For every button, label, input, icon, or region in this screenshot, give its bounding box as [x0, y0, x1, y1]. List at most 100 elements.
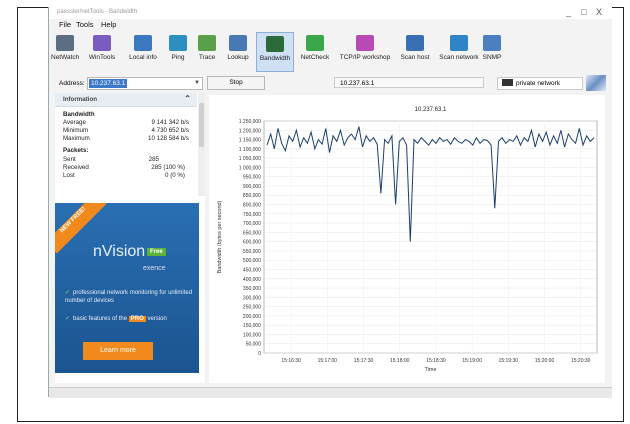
ad-feature-text: basic features of the [73, 316, 128, 322]
network-icon [502, 79, 513, 86]
toolbar-button-bandwidth[interactable]: Bandwidth [256, 32, 294, 72]
close-button[interactable]: X [596, 7, 602, 17]
menu-tools[interactable]: Tools [76, 20, 94, 29]
x-tick-label: 15:20:00 [535, 358, 555, 364]
stat-label: Lost [63, 172, 75, 179]
maximize-button[interactable]: □ [581, 7, 586, 17]
toolbar-button-wintools[interactable]: WinTools [83, 32, 121, 72]
stat-value: 10 128 584 b/s [148, 135, 189, 142]
y-tick-label: 1 250,000 [239, 119, 261, 125]
toolbar-button-ping[interactable]: Ping [167, 32, 189, 72]
plot-area [263, 120, 598, 354]
toolbar-button-scan-network[interactable]: Scan network [437, 32, 481, 72]
toolbar-label: Ping [171, 54, 185, 61]
y-tick-label: 150,000 [243, 323, 261, 329]
menu-help[interactable]: Help [101, 20, 116, 29]
netwatch-icon [56, 35, 74, 51]
y-tick-label: 500,000 [243, 258, 261, 264]
stat-row: Sent 285 [63, 156, 193, 163]
x-tick-label: 15:17:00 [318, 358, 338, 364]
toolbar-button-netwatch[interactable]: NetWatch [51, 32, 79, 72]
scan-host-icon [406, 35, 424, 51]
x-axis-label: Time [424, 367, 436, 373]
info-scrollbar[interactable] [198, 93, 205, 196]
y-tick-label: 1 000,000 [239, 165, 261, 171]
chart-title: 10.237.63.1 [415, 107, 447, 113]
information-title: Information [63, 96, 98, 103]
stat-value: 285 (100 %) [151, 164, 185, 171]
check-icon: ✓ [65, 316, 71, 322]
local-info-icon [134, 35, 152, 51]
toolbar-label: Lookup [227, 54, 249, 61]
stat-value: 4 730 652 b/s [151, 127, 190, 134]
y-tick-label: 1 100,000 [239, 147, 261, 153]
snmp-icon [483, 35, 501, 51]
y-tick-label: 300,000 [243, 295, 261, 301]
nvision-ad[interactable]: NEW FREE! nVision Free exence ✓ professio… [55, 203, 199, 373]
menu-bar: File Tools Help [49, 19, 612, 30]
title-bar: paessler/netTools - Bandwidth _ □ X [49, 7, 612, 19]
toolbar-button-snmp[interactable]: SNMP [479, 32, 505, 72]
y-tick-label: 200,000 [243, 314, 261, 320]
left-panel: Information ⌃ Bandwidth Average 9 141 342… [55, 93, 205, 383]
x-tick-label: 15:20:30 [571, 358, 591, 364]
stop-button[interactable]: Stop [207, 76, 265, 90]
y-tick-label: 1 050,000 [239, 156, 261, 162]
information-header[interactable]: Information ⌃ [55, 93, 197, 107]
y-tick-label: 1 150,000 [239, 138, 261, 144]
y-tick-label: 350,000 [243, 286, 261, 292]
bandwidth-icon [266, 36, 284, 52]
minimize-button[interactable]: _ [566, 7, 571, 17]
stat-row: Lost 0 (0 %) [63, 172, 193, 179]
toolbar-button-local-info[interactable]: Local info [124, 32, 162, 72]
free-badge: Free [147, 248, 166, 256]
y-tick-label: 0 [258, 351, 261, 357]
network-indicator: private network [497, 77, 583, 90]
menu-file[interactable]: File [59, 20, 71, 29]
stat-label: Received [63, 164, 89, 171]
ad-company: exence [143, 265, 166, 272]
toolbar-label: Scan network [439, 54, 479, 61]
y-tick-label: 400,000 [243, 277, 261, 283]
information-panel: Information ⌃ Bandwidth Average 9 141 342… [55, 93, 197, 196]
workshop-icon [356, 35, 374, 51]
toolbar-button-netcheck[interactable]: NetCheck [299, 32, 331, 72]
stat-value: 9 141 342 b/s [151, 119, 190, 126]
toolbar-button-trace[interactable]: Trace [194, 32, 220, 72]
toolbar-label: WinTools [88, 54, 116, 61]
learn-more-button[interactable]: Learn more [83, 342, 153, 360]
toolbar-label: Bandwidth [259, 55, 291, 62]
address-input[interactable]: 10.237.63.1 ▼ [87, 77, 203, 90]
lookup-icon [229, 35, 247, 51]
y-tick-label: 650,000 [243, 230, 261, 236]
collapse-icon[interactable]: ⌃ [184, 94, 191, 103]
stat-row: Received 285 (100 %) [63, 164, 193, 171]
pro-badge: PRO [128, 316, 146, 322]
toolbar-label: NetCheck [300, 54, 330, 61]
stat-value: 285 [148, 156, 159, 163]
stat-label: Sent [63, 156, 76, 163]
trace-icon [198, 35, 216, 51]
y-tick-label: 250,000 [243, 305, 261, 311]
toolbar-label: TCP/IP workshop [339, 54, 391, 61]
stat-row: Average 9 141 342 b/s [63, 119, 193, 126]
toolbar-button-tcp-ip-workshop[interactable]: TCP/IP workshop [336, 32, 394, 72]
stat-label: Minimum [63, 127, 89, 134]
y-tick-label: 1 200,000 [239, 128, 261, 134]
toolbar-button-scan-host[interactable]: Scan host [398, 32, 432, 72]
toolbar-label: Local info [129, 54, 157, 61]
packets-heading: Packets: [63, 147, 89, 154]
check-icon: ✓ [65, 290, 71, 296]
scroll-thumb[interactable] [199, 103, 204, 147]
bandwidth-chart-panel: 10.237.63.1 0 50,000 100,000 150,000 200,000 2… [209, 95, 605, 383]
network-label: private network [516, 80, 561, 87]
bandwidth-heading: Bandwidth [63, 111, 95, 118]
y-tick-label: 550,000 [243, 249, 261, 255]
toolbar-button-lookup[interactable]: Lookup [224, 32, 252, 72]
y-tick-label: 600,000 [243, 240, 261, 246]
stat-value: 0 (0 %) [165, 172, 185, 179]
chevron-down-icon[interactable]: ▼ [194, 78, 200, 88]
ad-feature-text: version [147, 316, 167, 322]
address-label: Address: [59, 80, 85, 87]
stat-label: Average [63, 119, 86, 126]
